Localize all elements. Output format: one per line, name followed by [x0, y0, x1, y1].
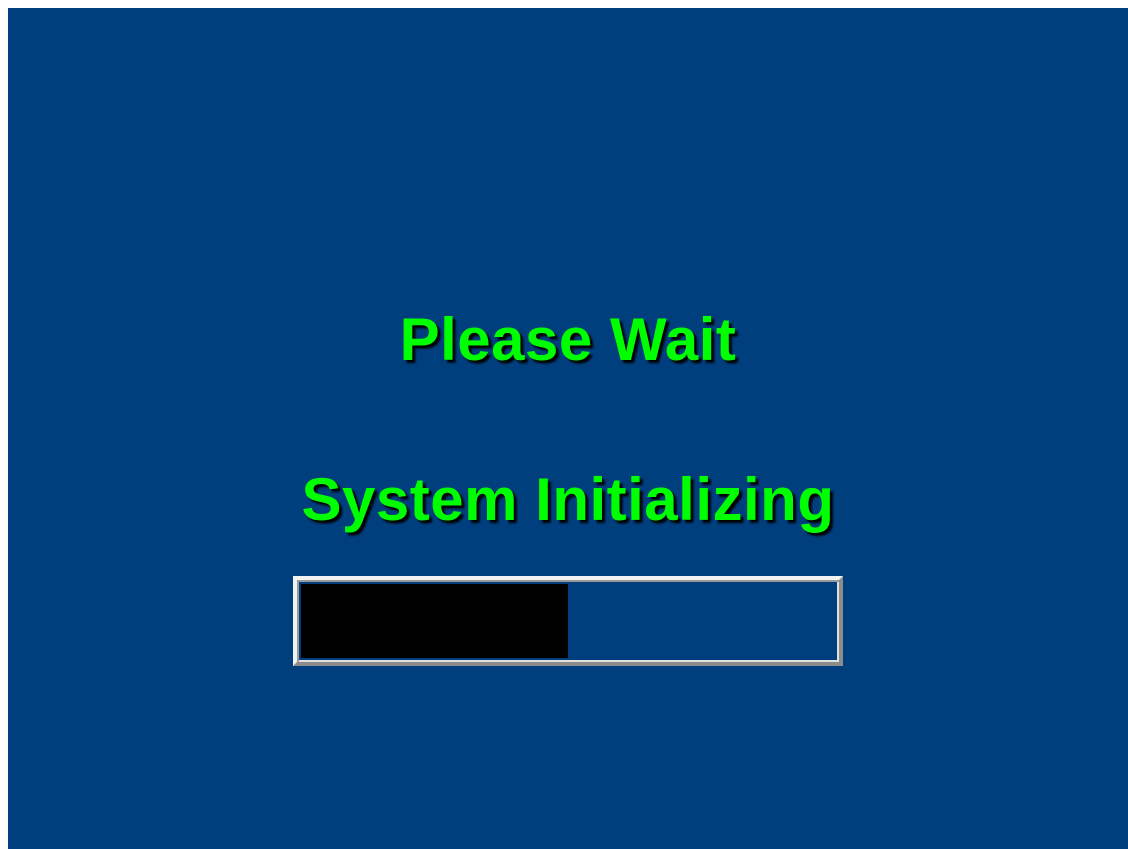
initialization-screen: Please Wait System Initializing: [8, 8, 1128, 849]
progress-bar: [293, 576, 843, 666]
progress-track: [301, 584, 835, 658]
status-message: System Initializing: [301, 466, 835, 533]
please-wait-title: Please Wait: [399, 306, 737, 373]
progress-fill: [301, 584, 568, 658]
